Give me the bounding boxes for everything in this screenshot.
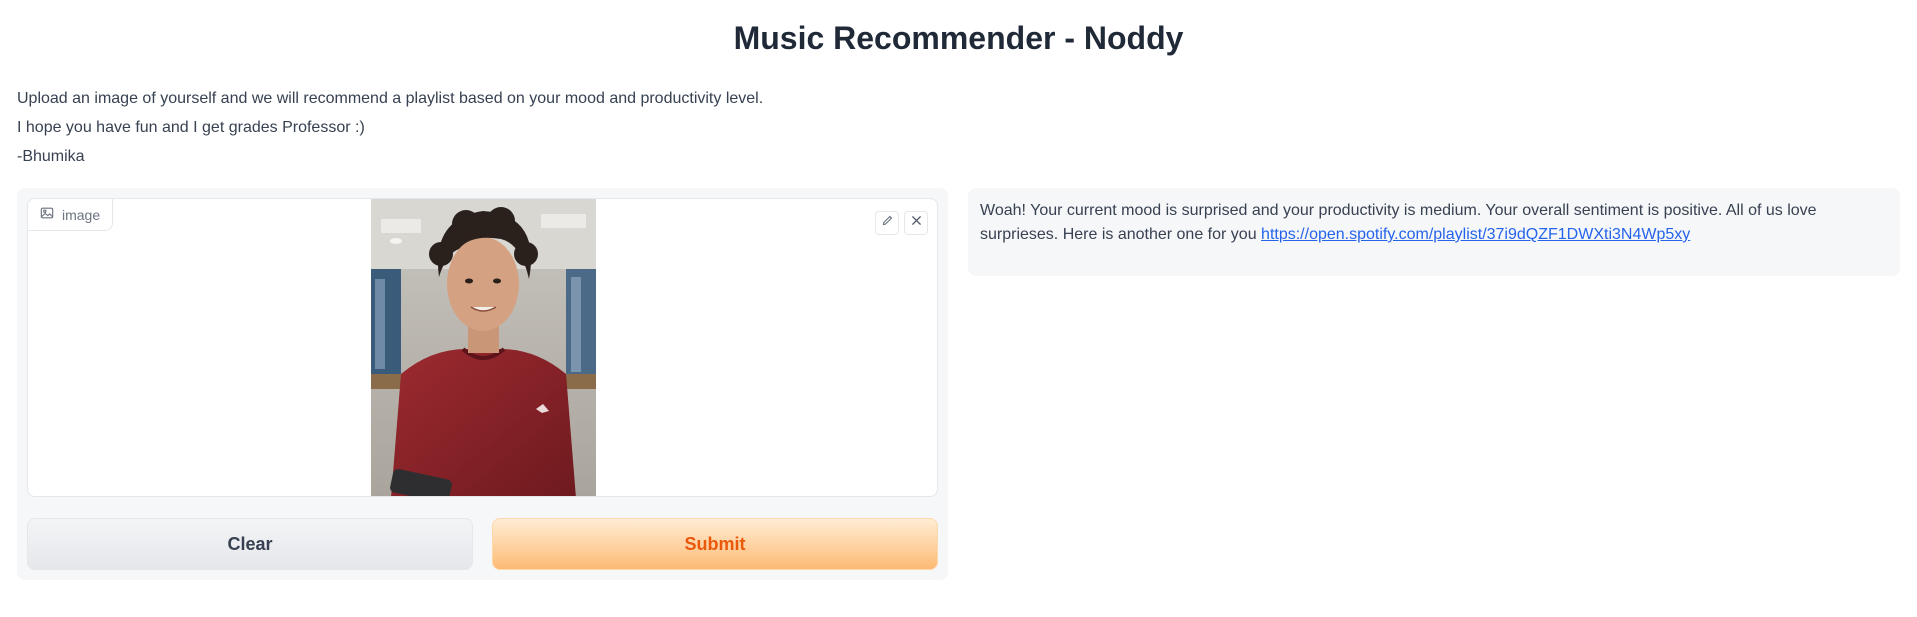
description-line-1: Upload an image of yourself and we will … <box>17 90 764 107</box>
page-title: Music Recommender - Noddy <box>733 20 1184 56</box>
clear-button[interactable]: Clear <box>27 518 473 570</box>
playlist-link[interactable]: https://open.spotify.com/playlist/37i9dQ… <box>1261 226 1690 243</box>
image-label: image <box>28 199 114 231</box>
description: Upload an image of yourself and we will … <box>17 84 763 171</box>
uploaded-photo <box>371 199 596 496</box>
image-label-text: image <box>62 206 101 223</box>
description-line-3: -Bhumika <box>17 148 85 165</box>
image-upload[interactable]: image <box>27 198 938 497</box>
pencil-icon <box>881 214 894 232</box>
description-line-2: I hope you have fun and I get grades Pro… <box>17 119 365 136</box>
remove-image-button[interactable] <box>904 211 928 235</box>
submit-button[interactable]: Submit <box>492 518 938 570</box>
input-panel: image Clear Submit <box>17 188 948 580</box>
close-icon <box>910 214 923 232</box>
image-icon <box>40 206 54 223</box>
output-textbox: Woah! Your current mood is surprised and… <box>968 188 1900 276</box>
edit-button[interactable] <box>875 211 899 235</box>
